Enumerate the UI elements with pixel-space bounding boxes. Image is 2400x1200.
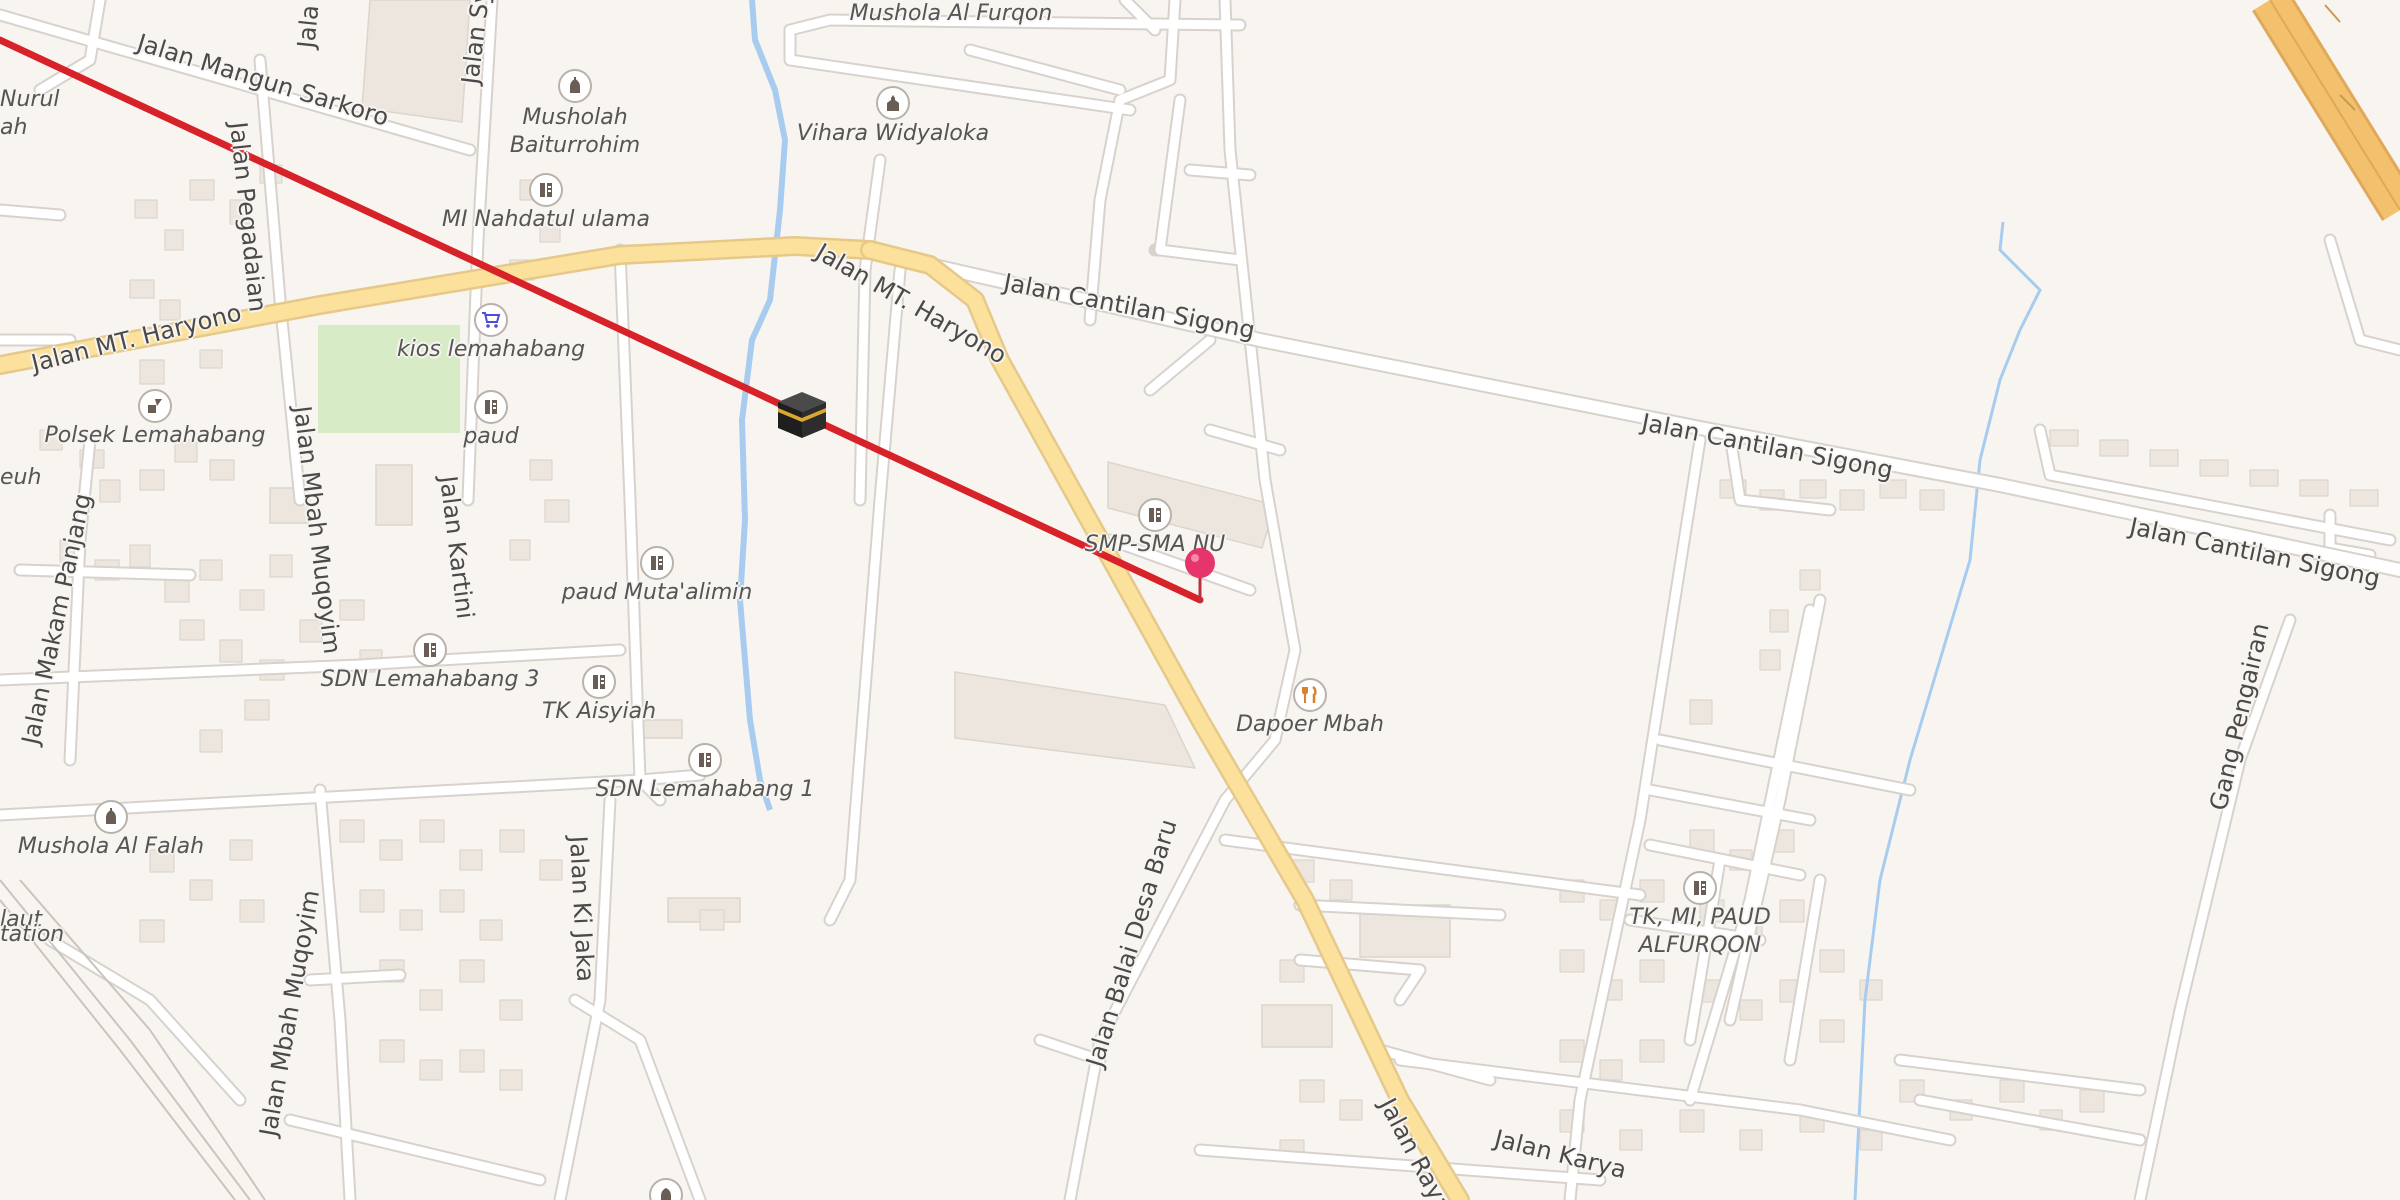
place-label: SDN Lemahabang 1	[595, 777, 815, 802]
shopping-cart-icon[interactable]	[474, 303, 508, 337]
location-pin-icon[interactable]	[1182, 545, 1218, 605]
place-label: Nurul	[0, 87, 60, 112]
place-label: euh	[0, 465, 42, 490]
road-label: Jala	[292, 3, 325, 50]
place-label: TK Aisyiah	[541, 699, 657, 724]
place-label: Polsek Lemahabang	[44, 423, 266, 448]
place-label: paud	[463, 424, 519, 449]
police-icon[interactable]	[138, 389, 172, 423]
map-canvas[interactable]: Jalan Mangun Sarkoro Jalan MT. Haryono J…	[0, 0, 2400, 1200]
place-label: TK, MI, PAUD ALFURQON	[1629, 905, 1771, 958]
school-icon[interactable]	[474, 390, 508, 424]
school-icon[interactable]	[582, 665, 616, 699]
waterways	[736, 0, 2042, 1200]
restaurant-icon[interactable]	[1293, 678, 1327, 712]
place-label: ah	[0, 115, 28, 140]
school-icon[interactable]	[1683, 871, 1717, 905]
place-label: tation	[0, 922, 65, 947]
mosque-icon[interactable]	[558, 69, 592, 103]
school-icon[interactable]	[413, 633, 447, 667]
place-label: Mushola Al Falah	[17, 834, 205, 859]
place-label: Mushola Al Furqon	[849, 1, 1053, 26]
place-label: paud Muta'alimin	[561, 580, 753, 605]
school-icon[interactable]	[640, 546, 674, 580]
place-label: Vihara Widyaloka	[796, 121, 990, 146]
kaaba-icon[interactable]	[776, 388, 828, 440]
place-label: MI Nahdatul ulama	[442, 207, 650, 232]
place-label: Dapoer Mbah	[1236, 712, 1384, 737]
mosque-icon[interactable]	[94, 800, 128, 834]
place-of-worship-icon[interactable]	[876, 86, 910, 120]
highway	[2252, 0, 2400, 222]
place-label: SDN Lemahabang 3	[320, 667, 540, 692]
school-icon[interactable]	[1138, 498, 1172, 532]
place-label: kios lemahabang	[396, 337, 586, 362]
place-label: Musholah Baiturrohim	[509, 105, 641, 158]
school-icon[interactable]	[688, 743, 722, 777]
school-icon[interactable]	[529, 173, 563, 207]
